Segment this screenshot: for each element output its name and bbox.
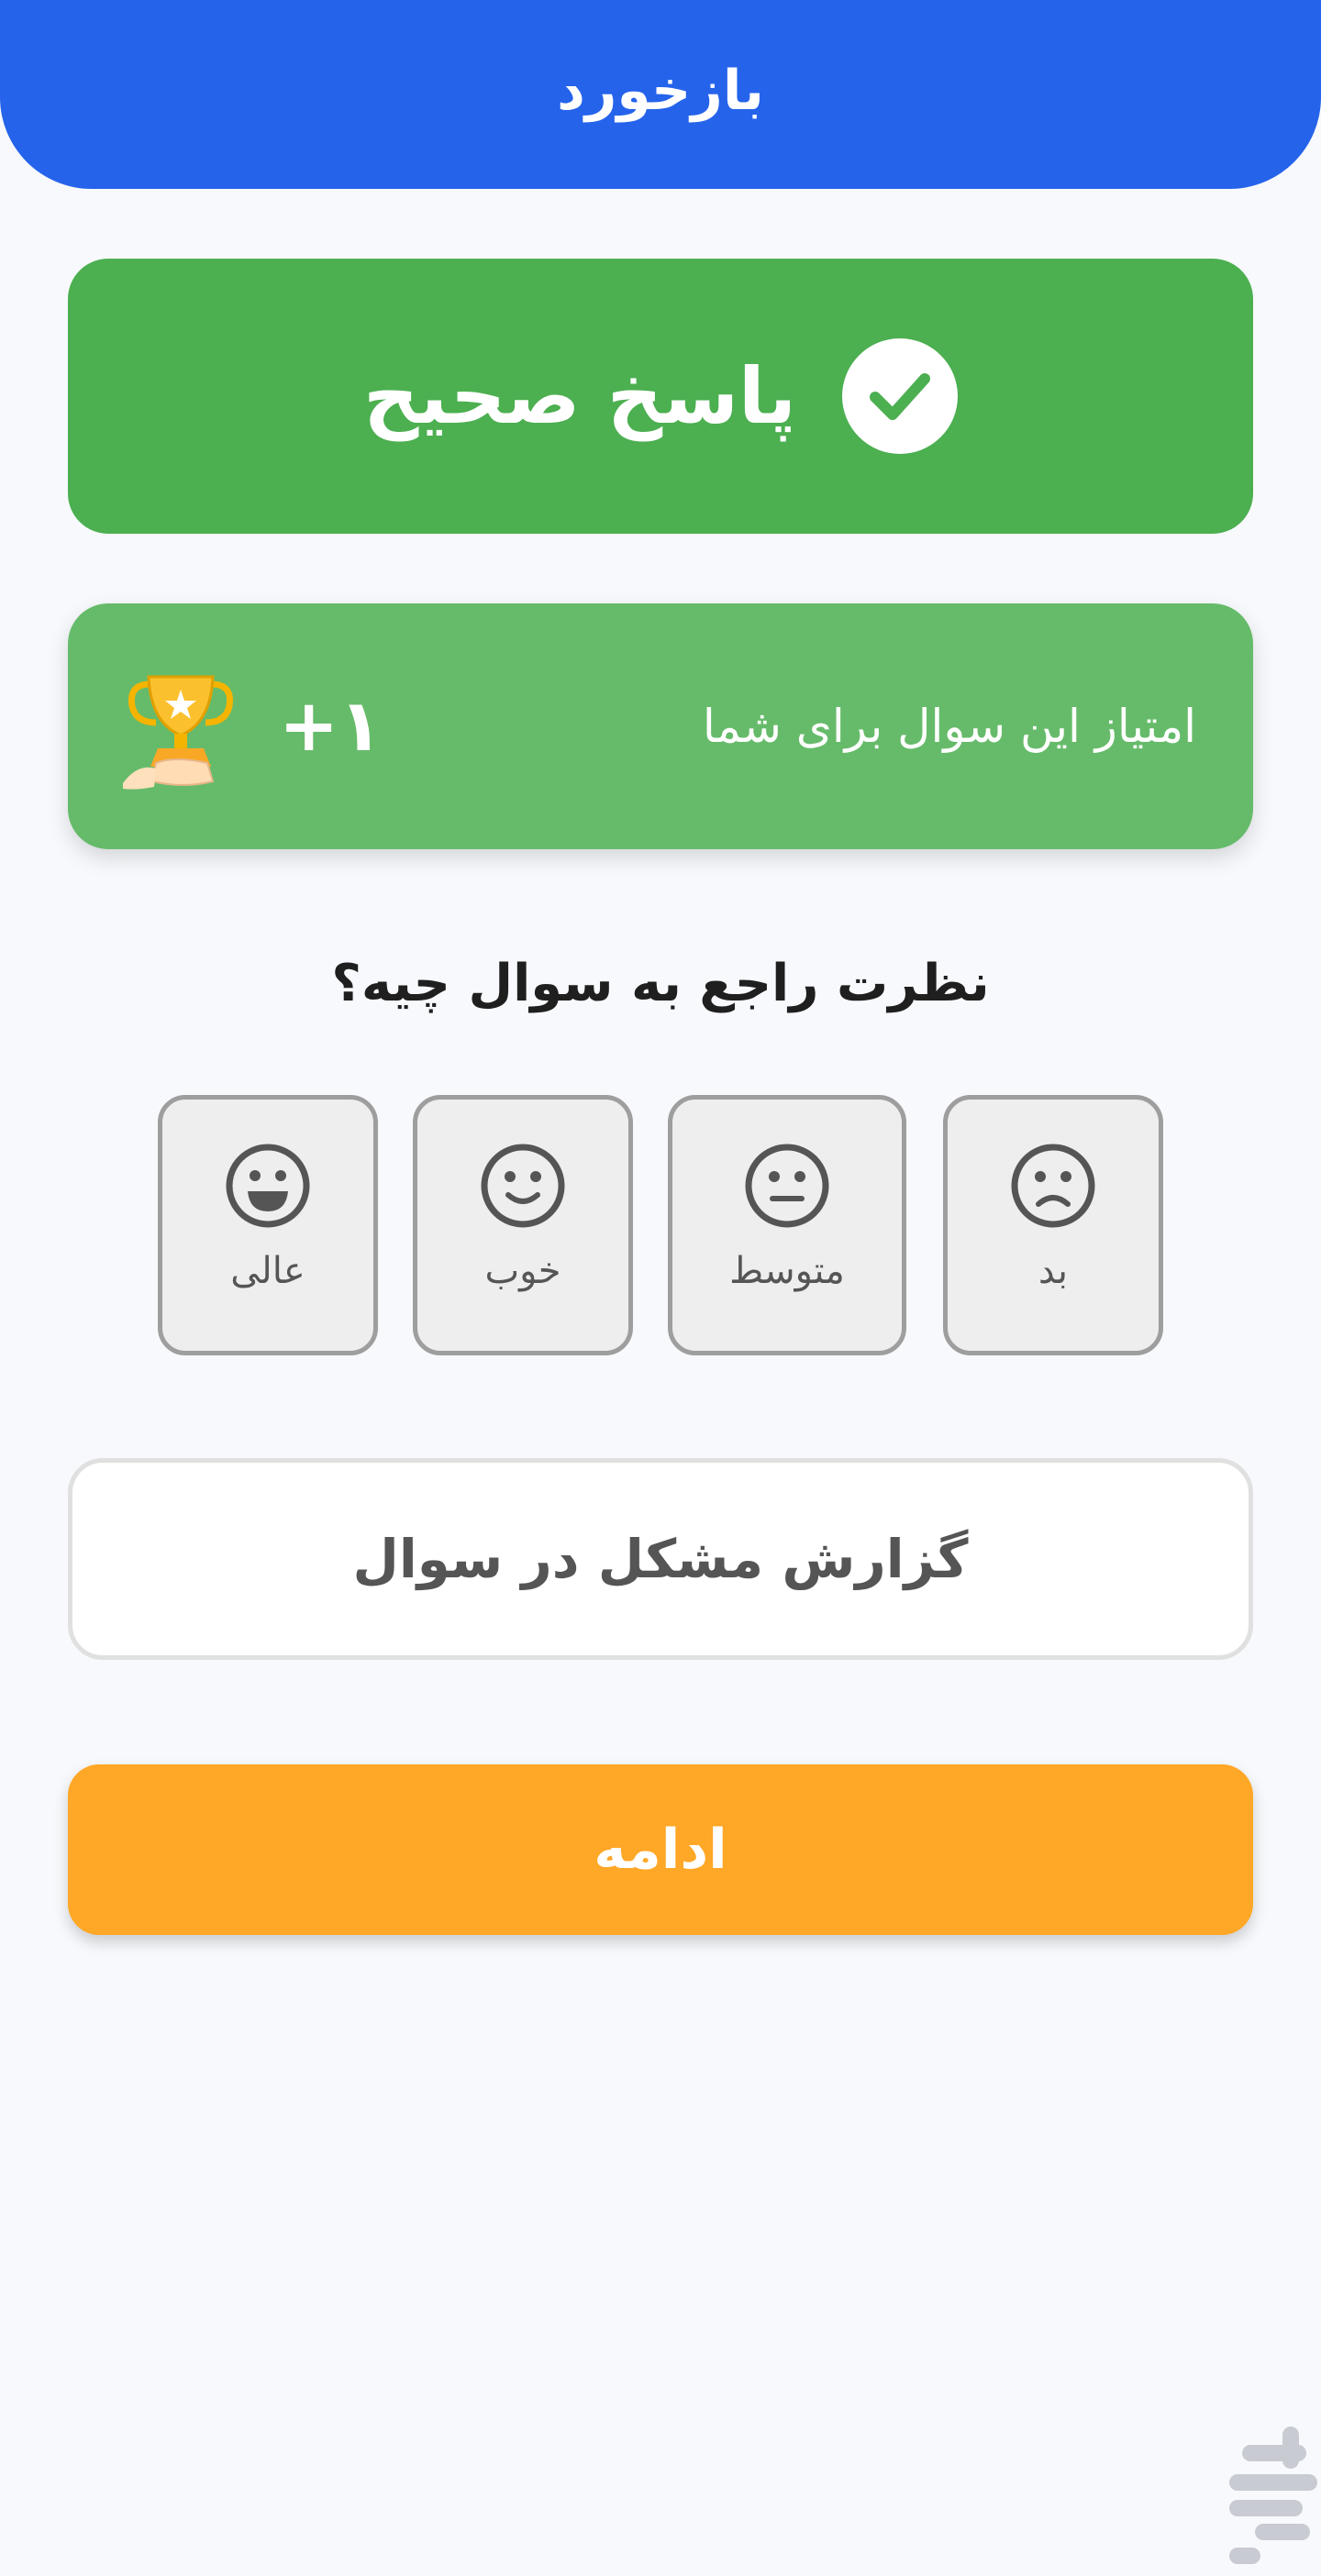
- feedback-question: نظرت راجع به سوال چیه؟: [331, 954, 990, 1013]
- report-problem-label: گزارش مشکل در سوال: [352, 1528, 969, 1590]
- page-title: بازخورد: [557, 59, 764, 123]
- trophy-hand-icon: [119, 668, 242, 790]
- grin-face-icon: [226, 1144, 310, 1228]
- check-circle-icon: [842, 338, 959, 454]
- sad-face-icon: [1011, 1144, 1095, 1228]
- correct-answer-label: پاسخ صحیح: [363, 351, 797, 441]
- rating-option-label: بد: [1038, 1250, 1069, 1292]
- rating-option-label: عالی: [230, 1250, 305, 1292]
- continue-label: ادامه: [594, 1818, 727, 1882]
- rating-option-excellent[interactable]: عالی: [158, 1095, 378, 1355]
- header-bar: بازخورد: [0, 0, 1321, 189]
- score-value: +۱: [279, 685, 383, 768]
- score-card: +۱ امتیاز این سوال برای شما: [68, 603, 1253, 849]
- correct-answer-banner: پاسخ صحیح: [68, 259, 1253, 534]
- report-problem-button[interactable]: گزارش مشکل در سوال: [68, 1458, 1253, 1660]
- rating-option-good[interactable]: خوب: [413, 1095, 633, 1355]
- store-logo-icon: [1229, 2427, 1317, 2564]
- score-label: امتیاز این سوال برای شما: [702, 700, 1196, 753]
- rating-option-label: متوسط: [729, 1250, 845, 1292]
- continue-button[interactable]: ادامه: [68, 1764, 1253, 1935]
- rating-option-label: خوب: [484, 1250, 561, 1292]
- rating-option-average[interactable]: متوسط: [668, 1095, 906, 1355]
- neutral-face-icon: [745, 1144, 829, 1228]
- rating-option-bad[interactable]: بد: [943, 1095, 1163, 1355]
- smile-face-icon: [481, 1144, 565, 1228]
